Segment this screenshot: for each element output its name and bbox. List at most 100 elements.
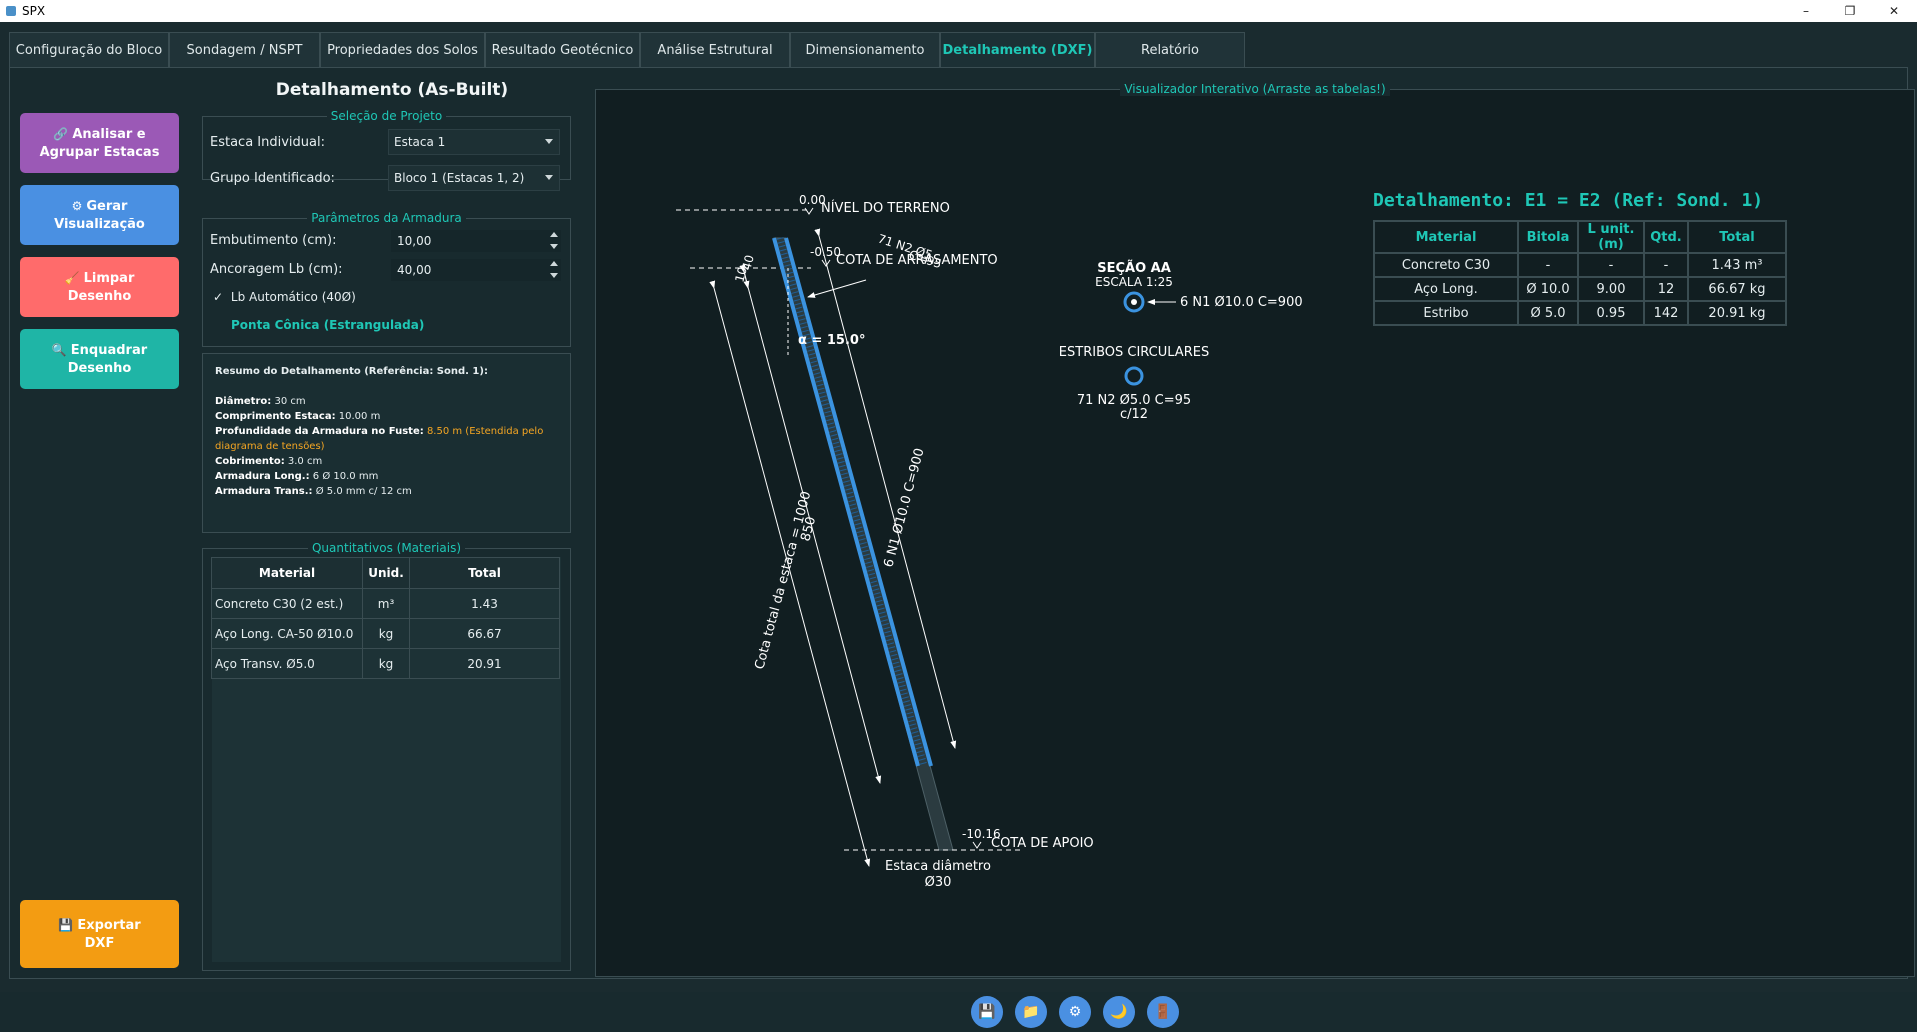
limpar-label-1: Limpar <box>83 270 135 286</box>
estaca-diametro-label: Estaca diâmetro <box>885 859 991 874</box>
resumo-comprimento-key: Comprimento Estaca: <box>215 411 336 422</box>
ancoragem-spinbox[interactable]: 40,00 <box>391 259 561 281</box>
grupo-identificado-select[interactable]: Bloco 1 (Estacas 1, 2) <box>388 165 560 191</box>
col-total[interactable]: Total <box>409 557 560 589</box>
secao-title: SEÇÃO AA <box>1097 260 1171 276</box>
chevron-down-icon <box>545 139 553 144</box>
col-qtd: Qtd. <box>1643 220 1689 254</box>
grupo-identificado-label: Grupo Identificado: <box>210 171 335 186</box>
app-icon <box>6 6 16 16</box>
estaca-individual-value: Estaca 1 <box>394 135 446 149</box>
table-row[interactable]: Aço Long. CA-50 Ø10.0 kg 66.67 <box>211 618 560 649</box>
cell-bitola: Ø 5.0 <box>1517 300 1579 326</box>
secao-callout: 6 N1 Ø10.0 C=900 <box>1180 295 1303 310</box>
spin-up-icon[interactable] <box>550 232 558 237</box>
cell-l-unit: 0.95 <box>1577 300 1645 326</box>
enquadrar-label-1: Enquadrar <box>70 342 148 358</box>
minimize-button[interactable]: – <box>1784 0 1828 22</box>
cell-total: 1.43 m³ <box>1687 252 1787 278</box>
armadura-legend: Parâmetros da Armadura <box>307 211 466 225</box>
cell-bitola: - <box>1517 252 1579 278</box>
selecao-legend: Seleção de Projeto <box>326 109 447 123</box>
col-material[interactable]: Material <box>211 557 363 589</box>
exportar-dxf-button[interactable]: 💾 Exportar DXF <box>20 900 179 968</box>
title-bar: SPX – ❐ ✕ <box>0 0 1917 22</box>
gerar-label-2: Visualização <box>54 216 145 232</box>
save-icon: 💾 <box>58 917 74 932</box>
resumo-cobrimento-key: Cobrimento: <box>215 456 285 467</box>
open-button[interactable]: 📁 <box>1015 996 1047 1028</box>
limpar-desenho-button[interactable]: 🧹 Limpar Desenho <box>20 257 179 317</box>
tab-relatorio[interactable]: Relatório <box>1095 32 1245 67</box>
level-marker-icon <box>972 841 982 849</box>
tab-propriedades-solos[interactable]: Propriedades dos Solos <box>320 32 485 67</box>
cell-qtd: 142 <box>1643 300 1689 326</box>
table-row[interactable]: Concreto C30 (2 est.) m³ 1.43 <box>211 588 560 619</box>
theme-toggle-button[interactable]: 🌙 <box>1103 996 1135 1028</box>
gerar-visualizacao-button[interactable]: ⚙ Gerar Visualização <box>20 185 179 245</box>
long-bar-callout: 6 N1 Ø10.0 C=900 <box>881 447 927 569</box>
table-row: Estribo Ø 5.0 0.95 142 20.91 kg <box>1373 300 1787 326</box>
tab-analise-estrutural[interactable]: Análise Estrutural <box>640 32 790 67</box>
col-unid[interactable]: Unid. <box>362 557 410 589</box>
detalhamento-panel: 🔗 Analisar e Agrupar Estacas ⚙ Gerar Visua… <box>9 67 1915 979</box>
ponta-conica-checkbox[interactable]: Ponta Cônica (Estrangulada) <box>231 318 424 332</box>
lb-automatico-label: Lb Automático (40Ø) <box>230 290 356 304</box>
apoio-label: COTA DE APOIO <box>991 836 1094 851</box>
maximize-button[interactable]: ❐ <box>1828 0 1872 22</box>
spin-down-icon[interactable] <box>550 244 558 249</box>
close-button[interactable]: ✕ <box>1872 0 1916 22</box>
embutimento-spinbox[interactable]: 10,00 <box>391 230 561 252</box>
nivel-terreno-label: NÍVEL DO TERRENO <box>821 200 950 216</box>
table-row[interactable]: Aço Transv. Ø5.0 kg 20.91 <box>211 648 560 679</box>
exit-icon: 🚪 <box>1154 1004 1172 1020</box>
enquadrar-desenho-button[interactable]: 🔍 Enquadrar Desenho <box>20 329 179 389</box>
analisar-agrupar-button[interactable]: 🔗 Analisar e Agrupar Estacas <box>20 113 179 173</box>
tab-dimensionamento[interactable]: Dimensionamento <box>790 32 940 67</box>
search-icon: 🔍 <box>51 342 67 357</box>
cell-total: 66.67 <box>409 618 560 649</box>
resumo-title: Resumo do Detalhamento (Referência: Sond… <box>215 366 488 377</box>
link-icon: 🔗 <box>53 126 69 141</box>
cell-qtd: - <box>1643 252 1689 278</box>
resumo-trans-value: Ø 5.0 mm c/ 12 cm <box>315 486 412 497</box>
resumo-long-key: Armadura Long.: <box>215 471 310 482</box>
limpar-label-2: Desenho <box>67 288 132 304</box>
analisar-label-2: Agrupar Estacas <box>39 144 160 160</box>
cell-total: 1.43 <box>409 588 560 619</box>
col-l-unit: L unit.(m) <box>1577 220 1645 254</box>
checkmark-icon: ✓ <box>213 290 224 304</box>
lb-automatico-checkbox[interactable]: ✓ Lb Automático (40Ø) <box>213 290 356 304</box>
tab-configuracao-bloco[interactable]: Configuração do Bloco <box>9 32 169 67</box>
visualizador-interativo[interactable]: Visualizador Interativo (Arraste as tabe… <box>595 82 1915 977</box>
cell-material: Aço Long. <box>1373 276 1519 302</box>
col-total: Total <box>1687 220 1787 254</box>
cell-material: Concreto C30 <box>1373 252 1519 278</box>
gerar-label-1: Gerar <box>86 198 128 214</box>
estaca-individual-select[interactable]: Estaca 1 <box>388 129 560 155</box>
analisar-label-1: Analisar e <box>72 126 146 142</box>
exit-button[interactable]: 🚪 <box>1147 996 1179 1028</box>
save-button[interactable]: 💾 <box>971 996 1003 1028</box>
cell-l-unit: - <box>1577 252 1645 278</box>
spin-up-icon[interactable] <box>550 261 558 266</box>
exportar-label-2: DXF <box>84 935 115 951</box>
cell-unid: kg <box>362 648 410 679</box>
alpha-label: α = 15.0° <box>798 333 865 348</box>
tab-sondagem[interactable]: Sondagem / NSPT <box>169 32 320 67</box>
chevron-down-icon <box>545 175 553 180</box>
resumo-diametro: Diâmetro: 30 cm <box>215 394 558 409</box>
exportar-label-1: Exportar <box>77 917 141 933</box>
resumo-diametro-key: Diâmetro: <box>215 396 272 407</box>
detalhamento-table[interactable]: Material Bitola L unit.(m) Qtd. Total Co… <box>1373 220 1787 326</box>
estribo-circle <box>1124 366 1144 386</box>
estaca-individual-label: Estaca Individual: <box>210 135 325 150</box>
spin-down-icon[interactable] <box>550 273 558 278</box>
tab-resultado-geotecnico[interactable]: Resultado Geotécnico <box>485 32 640 67</box>
settings-button[interactable]: ⚙ <box>1059 996 1091 1028</box>
cell-total: 20.91 <box>409 648 560 679</box>
resumo-comprimento-value: 10.00 m <box>338 411 381 422</box>
quantitativos-table: Material Unid. Total Concreto C30 (2 est… <box>211 557 560 679</box>
resumo-diametro-value: 30 cm <box>274 396 306 407</box>
tab-detalhamento-dxf[interactable]: Detalhamento (DXF) <box>940 32 1095 67</box>
